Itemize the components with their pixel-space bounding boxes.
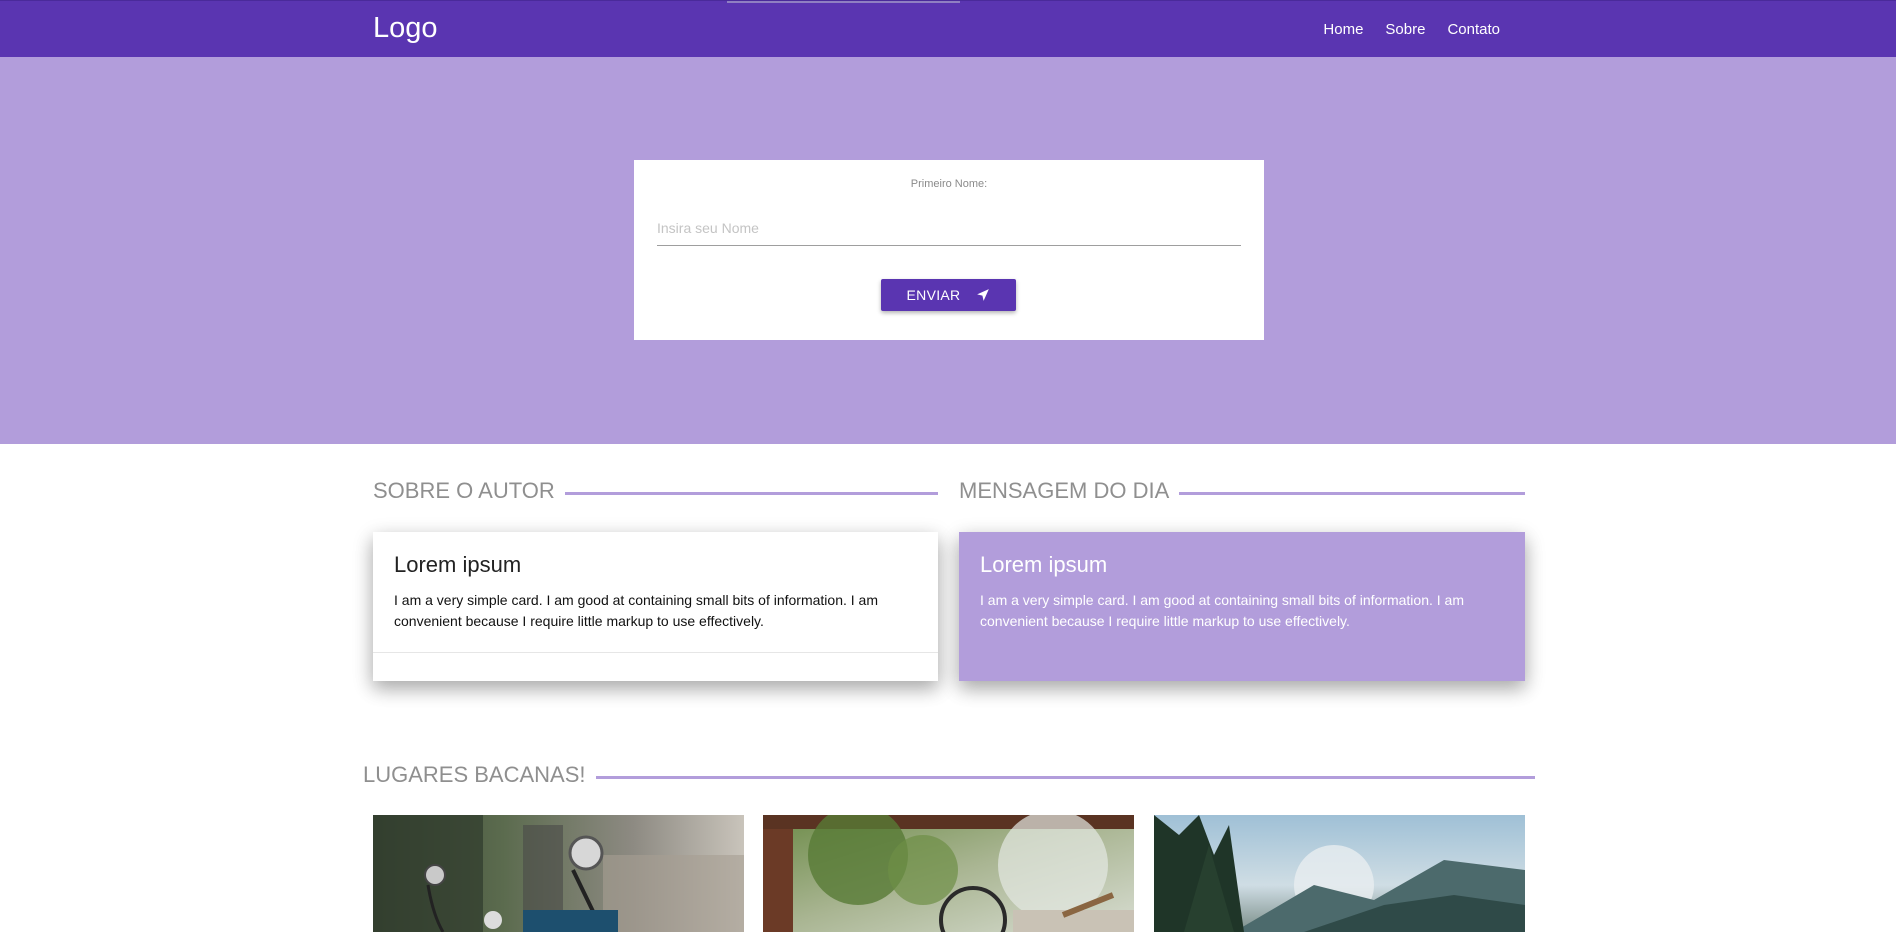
card-text: I am a very simple card. I am good at co… — [394, 592, 878, 629]
nav-link-contato[interactable]: Contato — [1436, 21, 1511, 38]
nav-link-sobre[interactable]: Sobre — [1374, 21, 1436, 38]
send-button[interactable]: ENVIAR — [881, 279, 1016, 311]
section-header-message: MENSAGEM DO DIA — [959, 478, 1525, 504]
first-name-input[interactable] — [657, 210, 1241, 246]
logo[interactable]: Logo — [373, 10, 438, 46]
send-button-label: ENVIAR — [906, 287, 961, 303]
vintage-van-photo[interactable] — [763, 815, 1134, 932]
top-navbar: Logo Home Sobre Contato — [0, 0, 1896, 57]
about-card: Lorem ipsum I am a very simple card. I a… — [373, 532, 938, 681]
section-divider-line — [595, 775, 1535, 779]
send-icon — [976, 288, 990, 302]
section-title-message: MENSAGEM DO DIA — [959, 478, 1170, 503]
section-header-places: LUGARES BACANAS! — [363, 762, 1535, 788]
card-title: Lorem ipsum — [980, 552, 1108, 577]
card-action-divider — [373, 652, 938, 653]
card-text: I am a very simple card. I am good at co… — [980, 592, 1464, 629]
section-title-about: SOBRE O AUTOR — [373, 478, 555, 503]
card-title: Lorem ipsum — [394, 552, 522, 577]
name-form-card: Primeiro Nome: ENVIAR — [634, 160, 1264, 340]
mountain-landscape-photo[interactable] — [1154, 815, 1525, 932]
motorcycle-photo[interactable] — [373, 815, 744, 932]
message-card: Lorem ipsum I am a very simple card. I a… — [959, 532, 1525, 681]
nav-top-accent — [727, 1, 960, 3]
section-divider-line — [1179, 491, 1525, 495]
section-header-about: SOBRE O AUTOR — [373, 478, 938, 504]
section-title-places: LUGARES BACANAS! — [363, 762, 586, 787]
nav-link-home[interactable]: Home — [1312, 21, 1374, 38]
nav-links: Home Sobre Contato — [1312, 1, 1511, 57]
section-divider-line — [564, 491, 938, 495]
first-name-label: Primeiro Nome: — [910, 178, 988, 190]
hero-section: Primeiro Nome: ENVIAR — [0, 57, 1896, 444]
